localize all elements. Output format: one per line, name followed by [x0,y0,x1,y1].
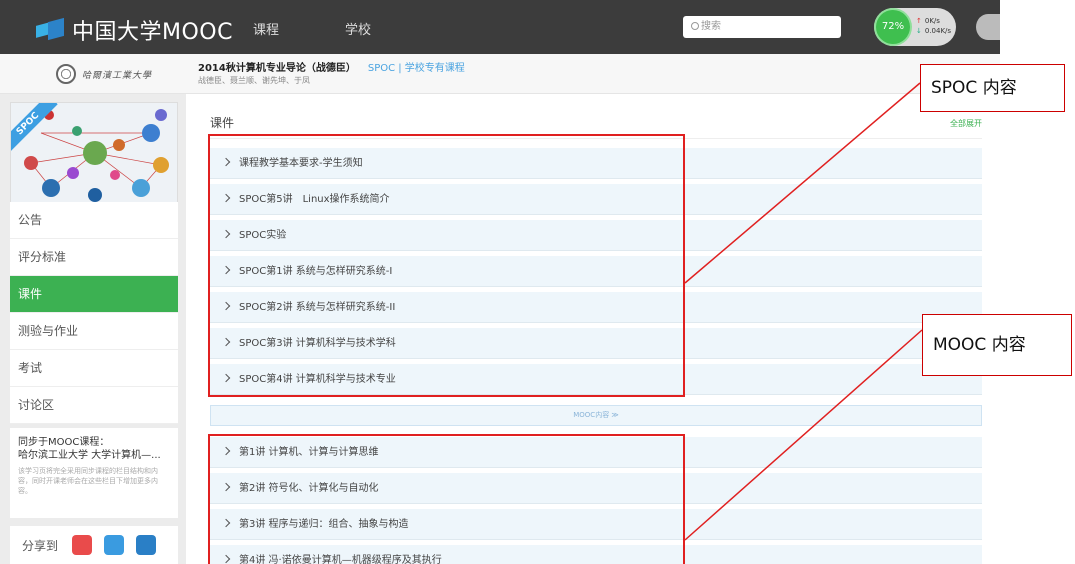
share-label: 分享到 [22,538,59,553]
course-title: 2014秋计算机专业导论（战德臣） SPOC | 学校专有课程 [198,59,465,74]
course-menu: 公告 评分标准 课件 测验与作业 考试 讨论区 [10,202,178,424]
speed-percent: 72% [876,10,910,44]
download-speed-value: 0.04K/s [924,27,952,35]
sync-description: 该学习页将完全采用同步课程的栏目结构和内容，同时开课老师会在这些栏目下增加更多内… [18,467,158,495]
menu-item-forum[interactable]: 讨论区 [10,387,178,424]
download-speed: ↓ 0.04K/s [916,27,952,35]
menu-item-courseware[interactable]: 课件 [10,276,178,313]
top-navbar: 中国大学MOOC 课程 学校 搜索 72% ↑ 0K/s ↓ 0.04K/s [0,0,1000,54]
qzone-icon[interactable] [104,535,125,555]
upload-speed-value: 0K/s [924,17,940,25]
weibo-icon[interactable] [72,535,93,555]
course-header: 哈爾濱工業大學 2014秋计算机专业导论（战德臣） SPOC | 学校专有课程 战… [0,54,1000,94]
mooc-content-toggle[interactable]: MOOC内容 ≫ [210,405,982,426]
nav-schools[interactable]: 学校 [345,19,371,38]
sync-info-box: 同步于MOOC课程： 哈尔滨工业大学 大学计算机—... 该学习页将完全采用同步… [10,428,178,518]
sync-course-link[interactable]: 哈尔滨工业大学 大学计算机—... [18,449,170,462]
menu-item-exam[interactable]: 考试 [10,350,178,387]
share-bar: 分享到 [10,526,178,564]
school-name-calligraphy: 哈爾濱工業大學 [82,70,153,81]
brand-name: 中国大学MOOC [72,20,233,45]
sidebar: SPOC 公告 评分标准 课件 测验与作业 考试 讨论区 同步于MOOC课程： … [0,94,186,564]
spoc-callout: SPOC 内容 [920,64,1065,112]
search-placeholder: 搜索 [701,21,721,32]
menu-item-grading[interactable]: 评分标准 [10,239,178,276]
course-cover-image: SPOC [10,102,178,206]
school-logo[interactable]: 哈爾濱工業大學 [56,64,152,84]
menu-item-announcements[interactable]: 公告 [10,202,178,239]
spoc-highlight-box [208,134,685,397]
course-tag[interactable]: SPOC | 学校专有课程 [368,63,465,74]
course-authors: 战德臣、聂兰顺、谢先坤、于凤 [198,76,310,85]
menu-item-quizzes[interactable]: 测验与作业 [10,313,178,350]
section-title: 课件 [210,116,235,130]
brand-logo-link[interactable]: 中国大学MOOC [36,14,233,46]
avatar[interactable] [976,14,1000,40]
school-seal-icon [56,64,76,84]
mooc-callout: MOOC 内容 [922,314,1072,376]
network-speed-widget[interactable]: 72% ↑ 0K/s ↓ 0.04K/s [874,8,956,46]
upload-speed: ↑ 0K/s [916,17,940,25]
course-title-text: 2014秋计算机专业导论（战德臣） [198,63,356,74]
sync-title: 同步于MOOC课程： [18,437,110,448]
expand-all-link[interactable]: 全部展开 [950,118,982,129]
mooc-logo-icon [36,17,66,42]
search-icon [691,22,699,30]
mooc-highlight-box [208,434,685,564]
nav-courses[interactable]: 课程 [253,19,279,38]
search-input[interactable]: 搜索 [683,16,841,38]
tencent-weibo-icon[interactable] [136,535,157,555]
